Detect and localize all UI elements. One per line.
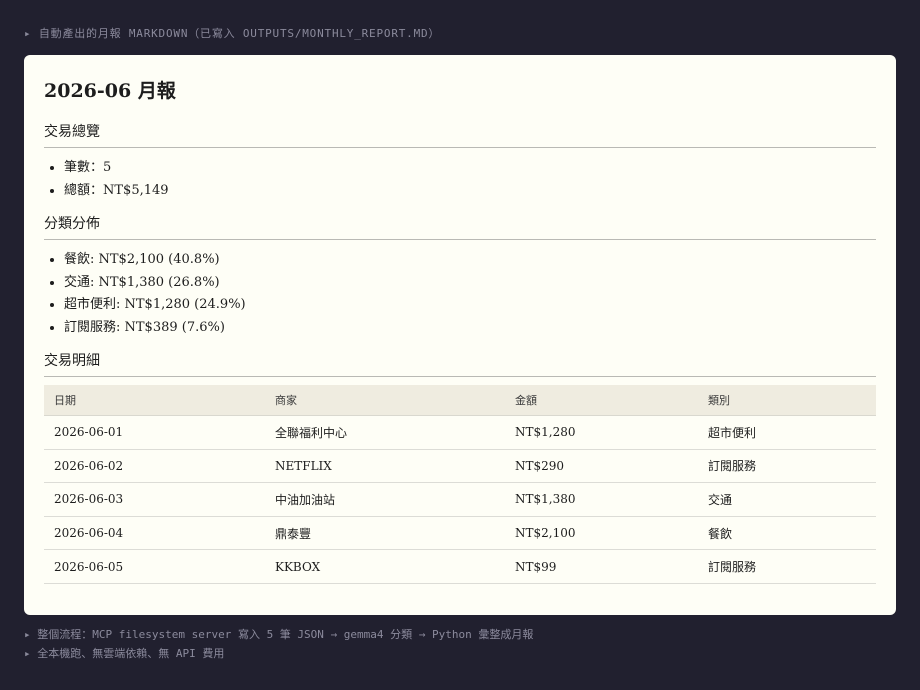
cell-amount: NT$290 — [505, 449, 698, 484]
table-row: 2026-06-02 NETFLIX NT$290 訂閱服務 — [44, 449, 876, 484]
category-item: 訂閱服務: NT$389 (7.6%) — [64, 317, 876, 340]
overview-heading: 交易總覽 — [44, 123, 876, 148]
cell-category: 超市便利 — [698, 415, 876, 450]
table-row: 2026-06-01 全聯福利中心 NT$1,280 超市便利 — [44, 415, 876, 450]
column-header-date: 日期 — [44, 385, 265, 416]
cell-date: 2026-06-05 — [44, 549, 265, 584]
cell-category: 餐飲 — [698, 516, 876, 551]
overview-item-count: 筆數：5 — [64, 157, 876, 180]
output-caption: ▸ 自動產出的月報 MARKDOWN（已寫入 OUTPUTS/MONTHLY_R… — [24, 27, 441, 40]
footer-note-pipeline: ▸ 整個流程：MCP filesystem server 寫入 5 筆 JSON… — [24, 628, 534, 641]
category-item: 超市便利: NT$1,280 (24.9%) — [64, 294, 876, 317]
category-heading: 分類分佈 — [44, 215, 876, 240]
table-row: 2026-06-03 中油加油站 NT$1,380 交通 — [44, 482, 876, 517]
footer-note-local: ▸ 全本機跑、無雲端依賴、無 API 費用 — [24, 646, 225, 660]
column-header-amount: 金額 — [505, 385, 698, 416]
category-list: 餐飲: NT$2,100 (40.8%) 交通: NT$1,380 (26.8%… — [44, 249, 876, 339]
cell-merchant: NETFLIX — [265, 449, 505, 484]
cell-merchant: 全聯福利中心 — [265, 415, 505, 450]
category-item: 餐飲: NT$2,100 (40.8%) — [64, 249, 876, 272]
cell-merchant: KKBOX — [265, 549, 505, 584]
cell-date: 2026-06-01 — [44, 415, 265, 450]
cell-category: 交通 — [698, 482, 876, 517]
category-item: 交通: NT$1,380 (26.8%) — [64, 272, 876, 295]
column-header-merchant: 商家 — [265, 385, 505, 416]
footer-notes: ▸ 整個流程：MCP filesystem server 寫入 5 筆 JSON… — [24, 626, 533, 663]
table-row: 2026-06-04 鼎泰豐 NT$2,100 餐飲 — [44, 516, 876, 551]
cell-date: 2026-06-02 — [44, 449, 265, 484]
cell-merchant: 鼎泰豐 — [265, 516, 505, 551]
table-header-row: 日期 商家 金額 類別 — [44, 385, 876, 416]
cell-date: 2026-06-03 — [44, 482, 265, 517]
cell-category: 訂閱服務 — [698, 449, 876, 484]
overview-list: 筆數：5 總額：NT$5,149 — [44, 157, 876, 202]
cell-amount: NT$1,280 — [505, 415, 698, 450]
overview-item-total: 總額：NT$5,149 — [64, 180, 876, 203]
table-row: 2026-06-05 KKBOX NT$99 訂閱服務 — [44, 549, 876, 584]
report-title: 2026-06 月報 — [44, 80, 176, 102]
report-card: 2026-06 月報 交易總覽 筆數：5 總額：NT$5,149 分類分佈 餐飲… — [24, 55, 896, 615]
transaction-table: 日期 商家 金額 類別 2026-06-01 全聯福利中心 NT$1,280 超… — [44, 385, 876, 584]
cell-amount: NT$99 — [505, 549, 698, 584]
column-header-category: 類別 — [698, 385, 876, 416]
cell-amount: NT$1,380 — [505, 482, 698, 517]
cell-category: 訂閱服務 — [698, 549, 876, 584]
cell-date: 2026-06-04 — [44, 516, 265, 551]
details-heading: 交易明細 — [44, 352, 876, 377]
cell-merchant: 中油加油站 — [265, 482, 505, 517]
cell-amount: NT$2,100 — [505, 516, 698, 551]
